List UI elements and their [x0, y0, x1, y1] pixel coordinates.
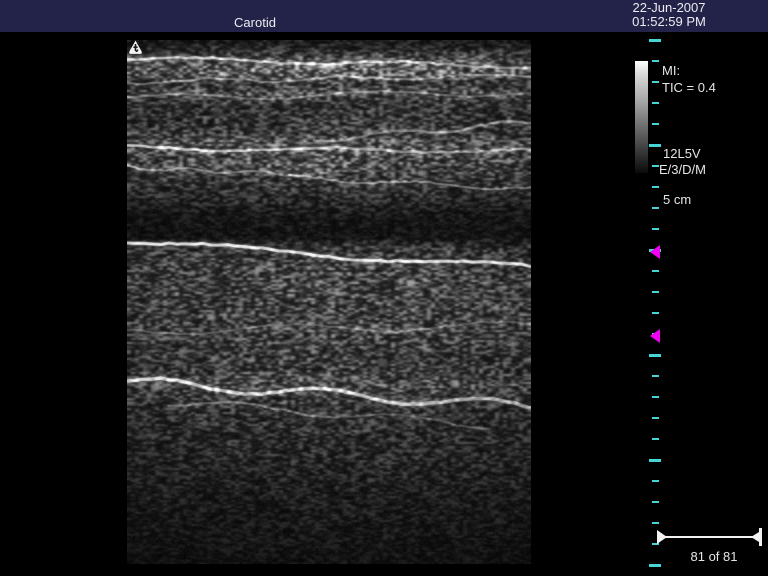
depth-ruler-tick: [649, 249, 661, 252]
depth-ruler-tick: [652, 81, 659, 83]
depth-ruler-tick: [652, 522, 659, 524]
depth-ruler-tick: [652, 207, 659, 209]
cine-end-stop-icon: [759, 528, 762, 546]
depth-ruler-tick: [652, 312, 659, 314]
depth-ruler-tick: [652, 417, 659, 419]
cine-progress-bar[interactable]: [665, 536, 757, 538]
focus-marker-icon[interactable]: [650, 329, 660, 343]
depth-ruler-tick: [652, 438, 659, 440]
time-text: 01:52:59 PM: [595, 15, 743, 29]
depth-ruler-tick: [649, 144, 661, 147]
focus-marker-icon[interactable]: [650, 245, 660, 259]
depth-ruler-tick: [652, 228, 659, 230]
depth-ruler-tick: [652, 375, 659, 377]
exam-preset-title: Carotid: [180, 15, 330, 30]
mi-label: MI:: [662, 63, 680, 78]
depth-ruler-tick: [649, 564, 661, 567]
depth-ruler-tick: [652, 60, 659, 62]
depth-ruler-tick: [649, 39, 661, 42]
depth-ruler-tick: [652, 480, 659, 482]
transducer-label: 12L5V: [663, 146, 701, 161]
datetime-display: 22-Jun-2007 01:52:59 PM: [595, 1, 743, 29]
depth-ruler-tick: [652, 123, 659, 125]
depth-ruler-tick: [652, 270, 659, 272]
ultrasound-screen: Carotid 22-Jun-2007 01:52:59 PM MI: TIC …: [0, 0, 768, 576]
depth-ruler-tick: [649, 354, 661, 357]
probe-orientation-icon: [128, 40, 143, 55]
date-text: 22-Jun-2007: [595, 1, 743, 15]
depth-ruler-tick: [652, 102, 659, 104]
ultrasound-image: [127, 40, 531, 564]
depth-ruler-tick: [652, 396, 659, 398]
mode-code-label: E/3/D/M: [659, 162, 706, 177]
grayscale-bar: [635, 61, 648, 173]
cine-end-arrow-icon[interactable]: [751, 532, 759, 542]
frame-counter: 81 of 81: [678, 549, 750, 564]
depth-ruler-tick: [652, 186, 659, 188]
header-bar: Carotid 22-Jun-2007 01:52:59 PM: [0, 0, 768, 32]
tic-label: TIC = 0.4: [662, 80, 716, 95]
depth-ruler-tick: [649, 459, 661, 462]
depth-ruler-tick: [652, 501, 659, 503]
depth-ruler-tick: [652, 165, 659, 167]
depth-ruler-tick: [652, 333, 659, 335]
depth-ruler-tick: [652, 291, 659, 293]
depth-label: 5 cm: [663, 192, 691, 207]
